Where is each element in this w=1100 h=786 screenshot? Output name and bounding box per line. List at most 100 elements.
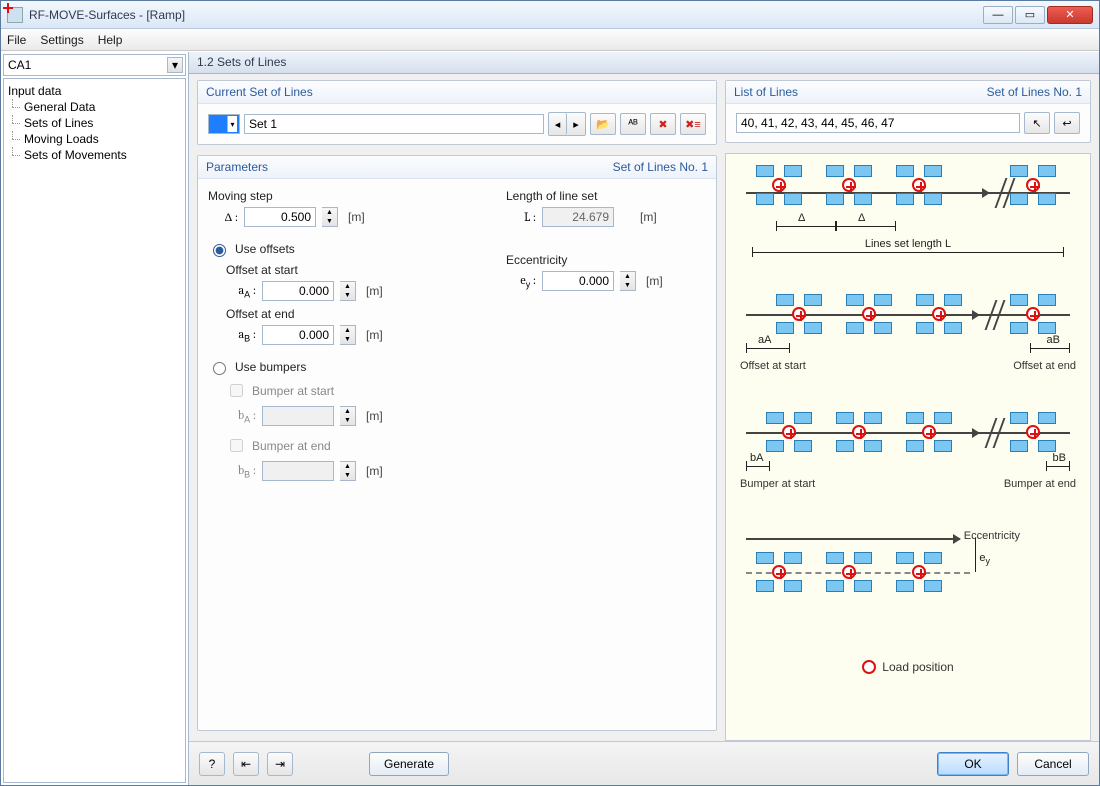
moving-step-symbol: Δ : xyxy=(208,210,238,225)
app-window: RF-MOVE-Surfaces - [Ramp] — ▭ ✕ File Set… xyxy=(0,0,1100,786)
bumper-end-symbol: bB : xyxy=(226,463,256,479)
case-combo-value: CA1 xyxy=(8,58,31,72)
menu-settings[interactable]: Settings xyxy=(40,33,83,47)
eccentricity-spinner[interactable]: ▲▼ xyxy=(620,271,636,291)
list-of-lines-input[interactable] xyxy=(736,113,1020,133)
bumper-start-symbol: bA : xyxy=(226,408,256,424)
delete-set-button[interactable]: ✖ xyxy=(650,113,676,135)
offset-end-input[interactable] xyxy=(262,325,334,345)
length-value xyxy=(542,207,614,227)
window-title: RF-MOVE-Surfaces - [Ramp] xyxy=(29,8,983,22)
ok-button[interactable]: OK xyxy=(937,752,1009,776)
minimize-button[interactable]: — xyxy=(983,6,1013,24)
list-of-lines-title: List of Lines xyxy=(734,85,798,99)
set-color-picker[interactable]: ▾ xyxy=(208,114,240,134)
offset-start-spinner[interactable]: ▲▼ xyxy=(340,281,356,301)
sidebar: CA1 ▾ Input data General Data Sets of Li… xyxy=(1,52,189,785)
use-offsets-radio[interactable] xyxy=(213,244,226,257)
diagram-aA: aA xyxy=(758,334,771,346)
close-button[interactable]: ✕ xyxy=(1047,6,1093,24)
next-set-button[interactable]: ▸ xyxy=(567,113,585,135)
chevron-down-icon[interactable]: ▾ xyxy=(167,57,183,73)
length-unit: [m] xyxy=(640,210,657,224)
set-name-input[interactable] xyxy=(244,114,544,134)
maximize-button[interactable]: ▭ xyxy=(1015,6,1045,24)
page-title: 1.2 Sets of Lines xyxy=(189,52,1099,74)
bumper-end-input xyxy=(262,461,334,481)
export-button[interactable]: ⇥ xyxy=(267,752,293,776)
nav-tree: Input data General Data Sets of Lines Mo… xyxy=(3,78,186,783)
diagram-legend: Load position xyxy=(736,660,1080,674)
titlebar: RF-MOVE-Surfaces - [Ramp] — ▭ ✕ xyxy=(1,1,1099,29)
bumper-start-check xyxy=(230,384,243,397)
diagram-aB: aB xyxy=(1047,334,1060,346)
footer: ? ⇤ ⇥ Generate OK Cancel xyxy=(189,741,1099,785)
diagram-offset-start: Offset at start xyxy=(740,360,806,372)
moving-step-label: Moving step xyxy=(208,189,476,203)
generate-button[interactable]: Generate xyxy=(369,752,449,776)
reverse-lines-button[interactable]: ↩ xyxy=(1054,112,1080,134)
open-set-button[interactable]: 📂 xyxy=(590,113,616,135)
rename-set-button[interactable]: ᴬᴮ xyxy=(620,113,646,135)
bumper-start-label: Bumper at start xyxy=(252,384,334,398)
bumper-end-check xyxy=(230,439,243,452)
use-offsets-label: Use offsets xyxy=(235,242,295,256)
offset-end-spinner[interactable]: ▲▼ xyxy=(340,325,356,345)
list-of-lines-badge: Set of Lines No. 1 xyxy=(987,85,1082,99)
chevron-down-icon: ▾ xyxy=(227,116,237,132)
eccentricity-input[interactable] xyxy=(542,271,614,291)
bumper-end-spinner: ▲▼ xyxy=(340,461,356,481)
diagram-delta-1: Δ xyxy=(798,212,805,224)
prev-set-button[interactable]: ◂ xyxy=(549,113,567,135)
menu-help[interactable]: Help xyxy=(98,33,123,47)
offset-start-unit: [m] xyxy=(366,284,383,298)
diagram-panel: Δ Δ Lines set length L xyxy=(725,153,1091,741)
bumper-start-spinner: ▲▼ xyxy=(340,406,356,426)
tree-root[interactable]: Input data xyxy=(6,83,183,99)
length-symbol: L : xyxy=(506,210,536,224)
delete-all-sets-button[interactable]: ✖≡ xyxy=(680,113,706,135)
group-current-set: Current Set of Lines ▾ ◂ ▸ 📂 xyxy=(197,80,717,145)
diagram-bumper-end: Bumper at end xyxy=(1004,478,1076,490)
offset-end-symbol: aB : xyxy=(226,327,256,343)
diagram-bB: bB xyxy=(1053,452,1066,464)
group-list-of-lines: List of Lines Set of Lines No. 1 ↖ ↩ xyxy=(725,80,1091,143)
moving-step-input[interactable] xyxy=(244,207,316,227)
pick-lines-button[interactable]: ↖ xyxy=(1024,112,1050,134)
menu-file[interactable]: File xyxy=(7,33,26,47)
diagram-bumper-start: Bumper at start xyxy=(740,478,815,490)
eccentricity-unit: [m] xyxy=(646,274,663,288)
use-bumpers-radio[interactable] xyxy=(213,362,226,375)
tree-item-sets-of-movements[interactable]: Sets of Movements xyxy=(6,147,183,163)
diagram-delta-2: Δ xyxy=(858,212,865,224)
moving-step-spinner[interactable]: ▲▼ xyxy=(322,207,338,227)
import-button[interactable]: ⇤ xyxy=(233,752,259,776)
bumper-start-unit: [m] xyxy=(366,409,383,423)
diagram-bA: bA xyxy=(750,452,763,464)
cancel-button[interactable]: Cancel xyxy=(1017,752,1089,776)
tree-item-general-data[interactable]: General Data xyxy=(6,99,183,115)
group-parameters: Parameters Set of Lines No. 1 Moving ste… xyxy=(197,155,717,731)
eccentricity-symbol: ey : xyxy=(506,273,536,289)
tree-item-moving-loads[interactable]: Moving Loads xyxy=(6,131,183,147)
diagram-length-label: Lines set length L xyxy=(736,238,1080,250)
case-combo[interactable]: CA1 ▾ xyxy=(3,54,186,76)
group-parameters-title: Parameters xyxy=(206,160,268,174)
offset-end-unit: [m] xyxy=(366,328,383,342)
offset-start-label: Offset at start xyxy=(226,263,476,277)
moving-step-unit: [m] xyxy=(348,210,365,224)
offset-start-input[interactable] xyxy=(262,281,334,301)
help-button[interactable]: ? xyxy=(199,752,225,776)
group-current-set-title: Current Set of Lines xyxy=(206,85,313,99)
diagram-ey: ey xyxy=(979,552,990,566)
bumper-start-input xyxy=(262,406,334,426)
group-parameters-badge: Set of Lines No. 1 xyxy=(613,160,708,174)
tree-item-sets-of-lines[interactable]: Sets of Lines xyxy=(6,115,183,131)
legend-label: Load position xyxy=(882,660,953,674)
bumper-end-unit: [m] xyxy=(366,464,383,478)
use-bumpers-label: Use bumpers xyxy=(235,360,306,374)
menubar: File Settings Help xyxy=(1,29,1099,51)
offset-start-symbol: aA : xyxy=(226,283,256,299)
diagram-ecc-label: Eccentricity xyxy=(964,530,1020,542)
eccentricity-label: Eccentricity xyxy=(506,253,706,267)
